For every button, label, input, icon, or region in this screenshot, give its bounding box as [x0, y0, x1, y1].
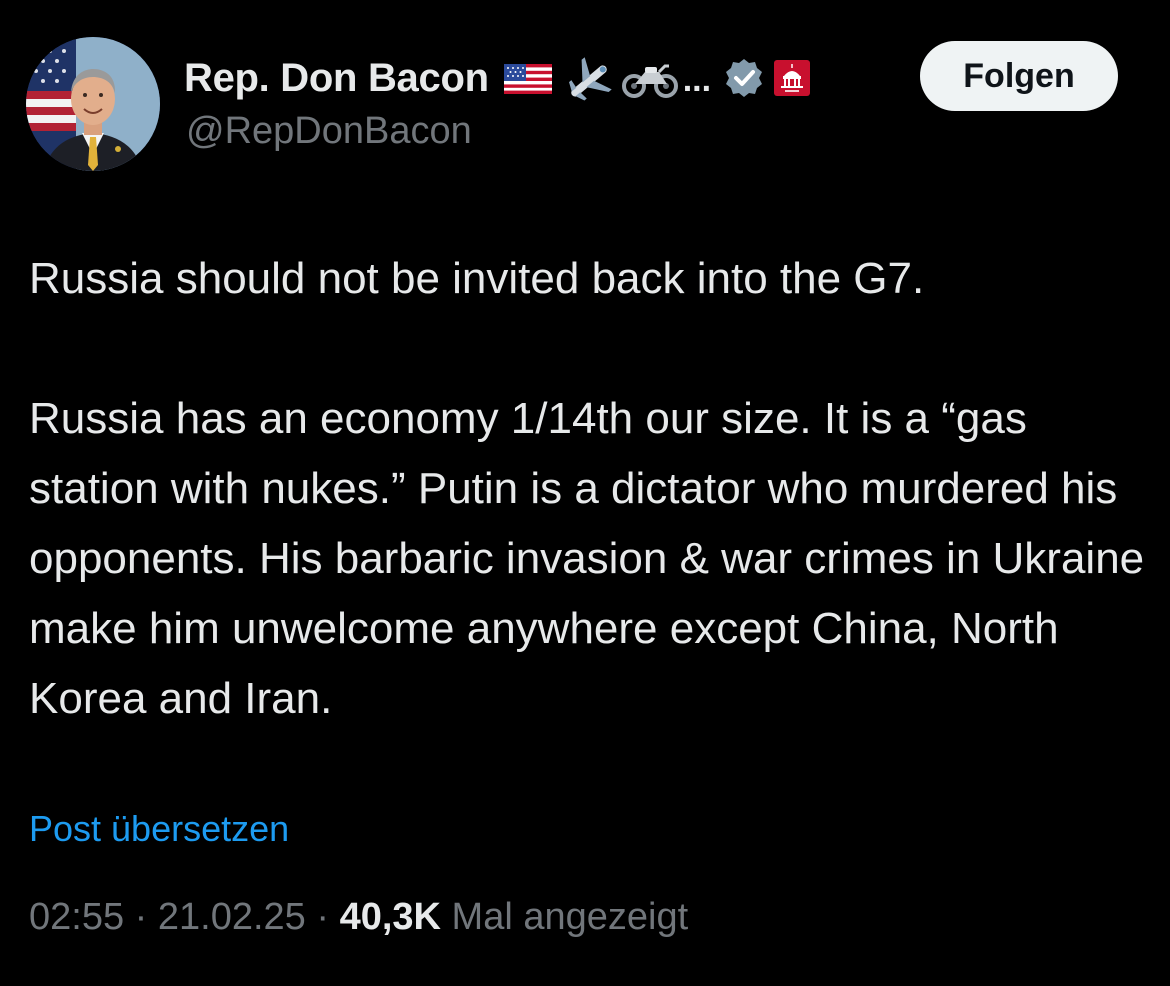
tweet-paragraph: Russia has an economy 1/14th our size. I… — [29, 394, 1145, 723]
avatar-image — [26, 37, 160, 171]
name-overflow-ellipsis: ... — [682, 60, 712, 99]
airplane-emoji — [563, 56, 615, 101]
meta-separator: · — [316, 896, 330, 938]
motorcycle-emoji — [621, 56, 679, 100]
house-gop-badge-icon[interactable] — [773, 56, 811, 100]
post-date[interactable]: 21.02.25 — [158, 896, 306, 938]
views-count[interactable]: 40,3K — [340, 896, 441, 938]
post-time[interactable]: 02:55 — [29, 896, 124, 938]
tweet-card: Rep. Don Bacon ... @RepDonBacon Folgen R… — [0, 0, 1170, 986]
verified-gray-icon[interactable] — [723, 56, 765, 100]
views-label[interactable]: Mal angezeigt — [452, 896, 689, 938]
us-flag-emoji — [503, 56, 553, 100]
author-display-name[interactable]: Rep. Don Bacon — [184, 56, 489, 101]
tweet-metadata: 02:55 · 21.02.25 · 40,3K Mal angezeigt — [29, 896, 688, 939]
tweet-paragraph: Russia should not be invited back into t… — [29, 254, 925, 303]
author-handle[interactable]: @RepDonBacon — [186, 110, 472, 153]
tweet-text: Russia should not be invited back into t… — [29, 244, 1149, 734]
meta-separator: · — [134, 896, 148, 938]
avatar[interactable] — [26, 37, 160, 171]
translate-post-link[interactable]: Post übersetzen — [29, 808, 289, 850]
author-name-row[interactable]: Rep. Don Bacon ... — [184, 52, 811, 104]
follow-button[interactable]: Folgen — [920, 41, 1118, 111]
